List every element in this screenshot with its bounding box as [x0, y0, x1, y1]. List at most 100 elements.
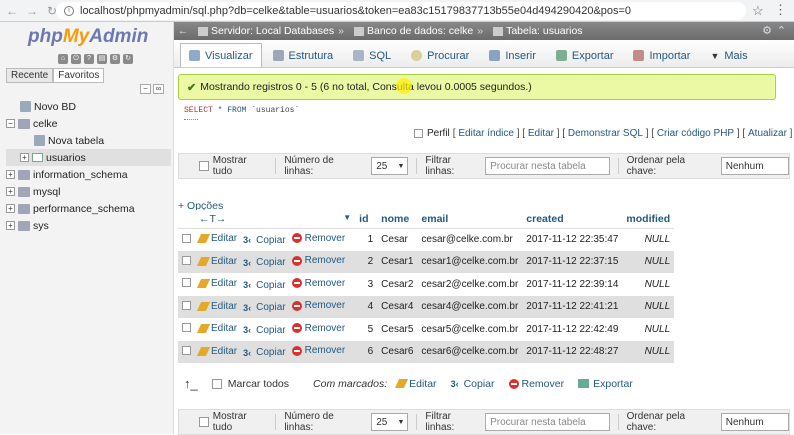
cell-id[interactable]: 6 [355, 340, 378, 363]
link-icon[interactable]: ∞ [153, 84, 164, 94]
tab-importar[interactable]: Importar [624, 43, 699, 67]
cell-nome[interactable]: Cesar6 [377, 340, 418, 363]
tab-sql[interactable]: SQL [344, 43, 400, 67]
bulk-copy-button[interactable]: 3‹ Copiar [451, 378, 495, 390]
expand-icon[interactable]: + [6, 187, 15, 196]
show-all-checkbox[interactable] [199, 161, 209, 171]
cell-created[interactable]: 2017-11-12 22:35:47 [522, 228, 623, 251]
back-icon[interactable]: ← [4, 3, 20, 19]
cell-created[interactable]: 2017-11-12 22:41:21 [522, 295, 623, 318]
expand-icon[interactable]: + [6, 204, 15, 213]
edit-row-button[interactable]: Editar [196, 323, 237, 334]
cell-nome[interactable]: Cesar1 [377, 250, 418, 273]
order-select[interactable]: Nenhum [720, 157, 789, 175]
header-nome[interactable]: nome [377, 210, 418, 229]
settings-icon[interactable]: ⚙ [110, 54, 120, 64]
show-all-checkbox[interactable] [199, 417, 209, 427]
rows-select[interactable]: 25 ▼ [371, 157, 409, 175]
link-edit[interactable]: Editar [528, 128, 554, 139]
cell-email[interactable]: cesar@celke.com.br [417, 228, 523, 251]
tab-estrutura[interactable]: Estrutura [264, 43, 343, 67]
help-icon[interactable]: ? [84, 54, 94, 64]
copy-row-button[interactable]: 3‹ Copiar [243, 302, 285, 313]
collapse-all-icon[interactable]: − [140, 84, 151, 94]
tab-procurar[interactable]: Procurar [402, 43, 478, 67]
tree-item-nova-tabela[interactable]: Nova tabela [6, 132, 171, 149]
edit-row-button[interactable]: Editar [196, 346, 237, 357]
copy-row-button[interactable]: 3‹ Copiar [243, 235, 285, 246]
filter-input[interactable]: Procurar nesta tabela [485, 157, 610, 175]
cell-created[interactable]: 2017-11-12 22:39:14 [522, 273, 623, 296]
back-arrow-icon[interactable]: ← [178, 25, 192, 37]
expand-icon[interactable]: + [20, 153, 29, 162]
tab-favorites[interactable]: Favoritos [53, 68, 105, 83]
cell-id[interactable]: 3 [355, 273, 378, 296]
cell-email[interactable]: cesar5@celke.com.br [417, 318, 523, 341]
home-icon[interactable]: ⌂ [58, 54, 68, 64]
check-all-label[interactable]: Marcar todos [228, 378, 289, 390]
cell-modified[interactable]: NULL [622, 295, 675, 318]
delete-row-button[interactable]: Remover [291, 345, 345, 356]
tree-item-novo-bd[interactable]: Novo BD [6, 98, 171, 115]
tree-item-information-schema[interactable]: + information_schema [6, 166, 171, 183]
cell-nome[interactable]: Cesar5 [377, 318, 418, 341]
cell-modified[interactable]: NULL [622, 273, 675, 296]
cell-modified[interactable]: NULL [622, 340, 675, 363]
row-checkbox[interactable] [182, 233, 191, 243]
copy-row-button[interactable]: 3‹ Copiar [243, 257, 285, 268]
edit-row-button[interactable]: Editar [196, 256, 237, 267]
edit-row-button[interactable]: Editar [196, 233, 237, 244]
row-checkbox[interactable] [182, 345, 191, 355]
row-checkbox[interactable] [182, 300, 191, 310]
header-id[interactable]: id [355, 210, 378, 229]
delete-row-button[interactable]: Remover [291, 233, 345, 244]
filter-input[interactable]: Procurar nesta tabela [485, 413, 610, 431]
row-checkbox[interactable] [182, 278, 191, 288]
cell-nome[interactable]: Cesar2 [377, 273, 418, 296]
link-edit-inline[interactable]: Editar índice [458, 128, 514, 139]
delete-row-button[interactable]: Remover [291, 255, 345, 266]
row-checkbox[interactable] [182, 255, 191, 265]
breadcrumb-database[interactable]: Banco de dados: celke [354, 25, 473, 37]
header-email[interactable]: email [417, 210, 523, 229]
edit-row-button[interactable]: Editar [196, 301, 237, 312]
order-select[interactable]: Nenhum [720, 413, 789, 431]
bulk-edit-button[interactable]: Editar [395, 378, 437, 390]
tab-recent[interactable]: Recente [6, 68, 54, 83]
copy-row-button[interactable]: 3‹ Copiar [243, 325, 285, 336]
address-bar[interactable]: i localhost/phpmyadmin/sql.php?db=celke&… [56, 2, 746, 20]
cell-email[interactable]: cesar4@celke.com.br [417, 295, 523, 318]
maximize-icon[interactable]: ⌃ [777, 24, 786, 37]
header-arrows[interactable]: ←T→ ▼ [195, 210, 356, 229]
bookmark-star-icon[interactable]: ☆ [752, 3, 764, 19]
delete-row-button[interactable]: Remover [291, 300, 345, 311]
reload-nav-icon[interactable]: ↻ [123, 54, 133, 64]
exit-icon[interactable]: ⏻ [71, 54, 81, 64]
tab-visualizar[interactable]: Visualizar [180, 43, 262, 67]
breadcrumb-server[interactable]: Servidor: Local Databases [198, 25, 334, 37]
info-icon[interactable]: i [64, 6, 74, 16]
tab-mais[interactable]: ▼ Mais [701, 43, 756, 67]
collapse-icon[interactable]: − [6, 119, 15, 128]
rows-select[interactable]: 25 ▼ [371, 413, 409, 431]
cell-id[interactable]: 5 [355, 318, 378, 341]
header-modified[interactable]: modified [622, 210, 675, 229]
cell-email[interactable]: cesar2@celke.com.br [417, 273, 523, 296]
profiling-checkbox[interactable] [414, 129, 423, 138]
row-checkbox[interactable] [182, 323, 191, 333]
bulk-delete-button[interactable]: Remover [508, 378, 564, 390]
tree-item-sys[interactable]: + sys [6, 217, 171, 234]
cell-modified[interactable]: NULL [622, 250, 675, 273]
header-created[interactable]: created [522, 210, 623, 229]
cell-id[interactable]: 4 [355, 295, 378, 318]
tree-item-usuarios[interactable]: + usuarios [6, 149, 171, 166]
edit-row-button[interactable]: Editar [196, 278, 237, 289]
cell-email[interactable]: cesar6@celke.com.br [417, 340, 523, 363]
tree-item-performance-schema[interactable]: + performance_schema [6, 200, 171, 217]
tree-item-mysql[interactable]: + mysql [6, 183, 171, 200]
docs-icon[interactable]: ▤ [97, 54, 107, 64]
tab-inserir[interactable]: Inserir [480, 43, 545, 67]
gear-icon[interactable]: ⚙ [762, 24, 772, 37]
delete-row-button[interactable]: Remover [291, 323, 345, 334]
link-create-php[interactable]: Criar código PHP [657, 128, 734, 139]
